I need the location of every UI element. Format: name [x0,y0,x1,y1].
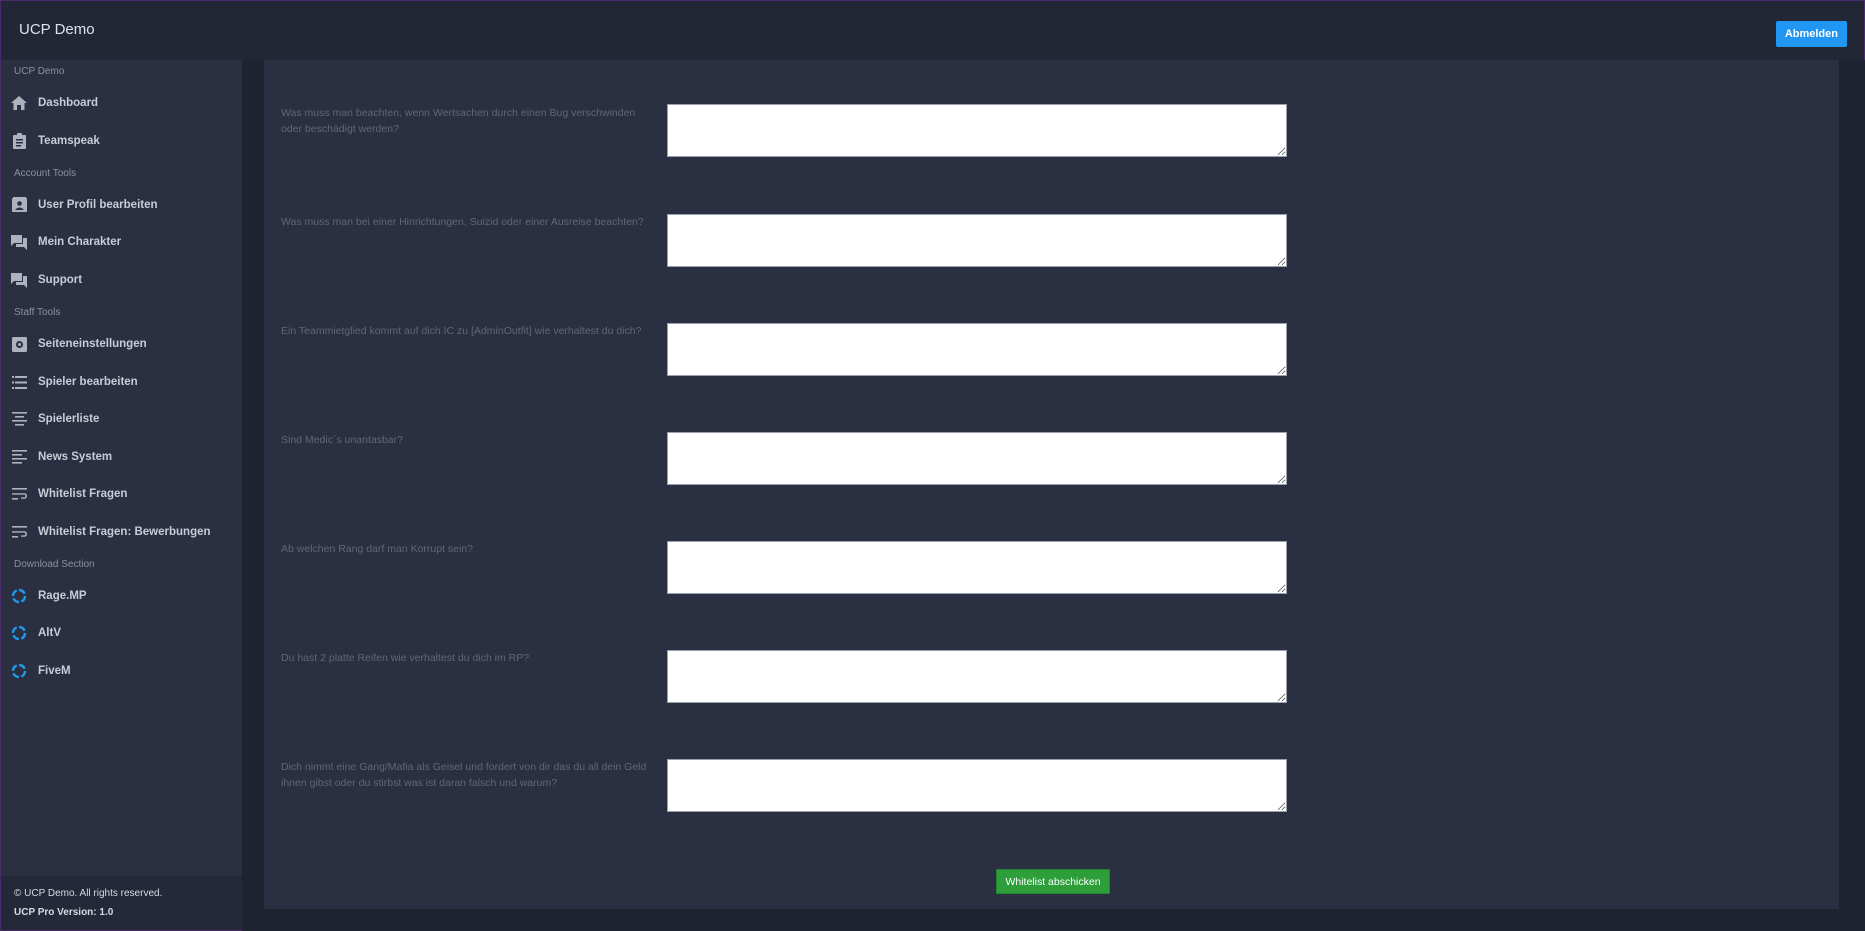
sidebar-item-label: User Profil bearbeiten [38,199,158,211]
sidebar-item-whitelist-bewerbungen[interactable]: Whitelist Fragen: Bewerbungen [1,517,242,547]
sidebar-item-ragemp[interactable]: Rage.MP [1,581,242,611]
question-label: Was muss man beachten, wenn Wertsachen d… [281,107,636,135]
answer-field[interactable] [667,759,1287,812]
sidebar-item-spielerliste[interactable]: Spielerliste [1,404,242,434]
align-center-icon [10,410,28,428]
copyright-text: © UCP Demo. All rights reserved. [14,888,163,899]
sidebar-item-label: Rage.MP [38,590,87,602]
sidebar-item-spieler-bearbeiten[interactable]: Spieler bearbeiten [1,367,242,397]
question-label: Du hast 2 platte Reifen wie verhaltest d… [281,652,530,664]
app-title: UCP Demo [19,21,95,38]
contact-card-icon [10,196,28,214]
sidebar-item-label: Mein Charakter [38,236,122,248]
loading-ring-icon [10,662,28,680]
answer-field[interactable] [667,214,1287,267]
answer-field[interactable] [667,323,1287,376]
wrap-text-icon [10,485,28,503]
section-label-download-section: Download Section [14,559,95,570]
chat-bubbles-icon [10,233,28,251]
question-label: Was muss man bei einer Hinrichtungen, Su… [281,216,644,228]
top-bar: UCP Demo Abmelden [0,0,1865,60]
question-label: Dich nimmt eine Gang/Mafia als Geisel un… [281,761,647,789]
wrap-text-icon [10,523,28,541]
loading-ring-icon [10,624,28,642]
sidebar-item-teamspeak[interactable]: Teamspeak [1,126,242,156]
question-label: Sind Medic´s unantasbar? [281,434,403,446]
sidebar: UCP Demo Dashboard Teamspeak Account Too… [0,60,242,931]
section-label-ucp-demo: UCP Demo [14,66,65,77]
sidebar-footer: © UCP Demo. All rights reserved. UCP Pro… [1,876,242,930]
sidebar-item-label: Whitelist Fragen: Bewerbungen [38,526,211,538]
sidebar-item-dashboard[interactable]: Dashboard [1,88,242,118]
chat-bubbles-icon [10,271,28,289]
sidebar-item-news-system[interactable]: News System [1,442,242,472]
sidebar-item-label: Seiteneinstellungen [38,338,147,350]
sidebar-item-label: FiveM [38,665,71,677]
sidebar-item-label: AltV [38,627,61,639]
sidebar-item-label: Spieler bearbeiten [38,376,138,388]
sidebar-item-label: Teamspeak [38,135,100,147]
home-icon [10,94,28,112]
section-label-staff-tools: Staff Tools [14,307,61,318]
sidebar-item-seiteneinstellungen[interactable]: Seiteneinstellungen [1,329,242,359]
answer-field[interactable] [667,650,1287,703]
sidebar-item-label: Support [38,274,83,286]
scrollbar-track[interactable] [1839,60,1865,931]
answer-field[interactable] [667,432,1287,485]
section-label-account-tools: Account Tools [14,168,77,179]
settings-box-icon [10,335,28,353]
sidebar-item-fivem[interactable]: FiveM [1,656,242,686]
sidebar-item-label: News System [38,451,113,463]
answer-field[interactable] [667,541,1287,594]
logout-button[interactable]: Abmelden [1775,21,1847,47]
sidebar-item-user-profil[interactable]: User Profil bearbeiten [1,190,242,220]
submit-whitelist-button[interactable]: Whitelist abschicken [996,869,1110,894]
sidebar-item-label: Dashboard [38,97,99,109]
clipboard-icon [10,132,28,150]
question-label: Ein Teammietglied kommt auf dich IC zu [… [281,325,642,337]
list-icon [10,373,28,391]
sidebar-item-whitelist-fragen[interactable]: Whitelist Fragen [1,479,242,509]
sidebar-item-label: Whitelist Fragen [38,488,128,500]
version-text: UCP Pro Version: 1.0 [14,907,114,918]
loading-ring-icon [10,587,28,605]
sidebar-item-label: Spielerliste [38,413,100,425]
sidebar-item-mein-charakter[interactable]: Mein Charakter [1,227,242,257]
answer-field[interactable] [667,104,1287,157]
sidebar-item-altv[interactable]: AltV [1,618,242,648]
content-gutter [242,60,264,931]
question-label: Ab welchen Rang darf man Korrupt sein? [281,543,474,555]
align-left-icon [10,448,28,466]
sidebar-item-support[interactable]: Support [1,265,242,295]
